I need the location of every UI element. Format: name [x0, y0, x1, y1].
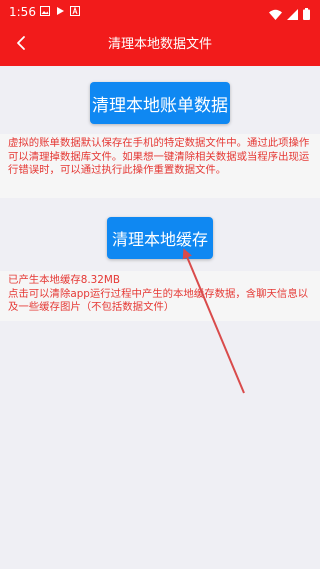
clear-bill-data-button[interactable]: 清理本地账单数据 — [90, 82, 230, 124]
bill-data-description: 虚拟的账单数据默认保存在手机的特定数据文件中。通过此项操作可以清理掉数据库文件。… — [0, 134, 320, 198]
page-title: 清理本地数据文件 — [107, 37, 212, 52]
play-store-icon — [55, 6, 65, 16]
image-icon — [40, 6, 50, 16]
app-bar: 清理本地数据文件 — [0, 24, 320, 66]
signal-icon — [287, 5, 298, 24]
chevron-left-icon — [15, 35, 27, 55]
cache-description-text: 点击可以清除app运行过程中产生的本地缓存数据，含聊天信息以及一些缓存图片（不包… — [8, 287, 309, 314]
cache-description-panel: 已产生本地缓存8.32MB 点击可以清除app运行过程中产生的本地缓存数据，含聊… — [0, 271, 320, 321]
wifi-icon — [269, 5, 282, 24]
cache-size-text: 已产生本地缓存8.32MB — [8, 274, 120, 286]
font-a-icon — [70, 6, 80, 16]
back-button[interactable] — [8, 32, 34, 58]
status-time: 1:56 — [9, 5, 36, 19]
status-system-icons — [269, 5, 310, 24]
status-notification-icons — [40, 6, 80, 16]
clear-cache-button[interactable]: 清理本地缓存 — [107, 217, 213, 259]
status-bar: 1:56 — [0, 0, 320, 24]
battery-icon — [303, 5, 310, 24]
